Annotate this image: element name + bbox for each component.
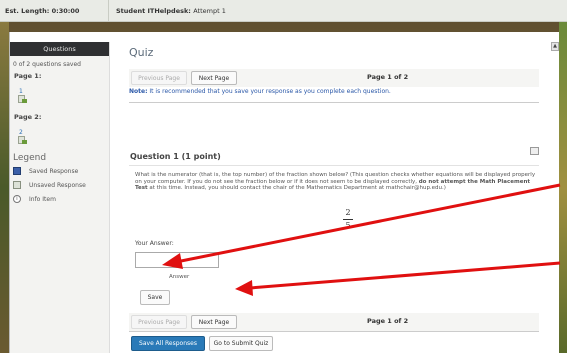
fraction-denominator: 5: [345, 221, 351, 230]
divider: [129, 331, 539, 332]
pagination-top: Previous Page Next Page Page 1 of 2: [129, 69, 539, 87]
page-indicator: Page 1 of 2: [367, 317, 409, 325]
quiz-window: Questions 0 of 2 questions saved Page 1:…: [9, 32, 559, 353]
flag-question-checkbox[interactable]: [530, 147, 539, 155]
scrollbar-up-arrow[interactable]: ▲: [551, 42, 559, 51]
legend-title: Legend: [13, 153, 47, 163]
pagination-bottom: Previous Page Next Page Page 1 of 2: [129, 313, 539, 331]
unsaved-response-icon: [13, 181, 21, 189]
question-text: What is the numerator (that is, the top …: [135, 172, 539, 192]
est-length: Est. Length: 0:30:00: [5, 7, 80, 15]
next-page-button[interactable]: Next Page: [191, 315, 237, 329]
save-button[interactable]: Save: [140, 290, 170, 305]
note-label: Note:: [129, 88, 148, 95]
legend-info-label: Info Item: [29, 195, 56, 203]
save-note: Note: It is recommended that you save yo…: [129, 88, 391, 95]
fraction-display: 2 5: [343, 208, 353, 230]
saved-response-icon: [13, 167, 21, 175]
divider: [129, 102, 539, 103]
sidebar-header: Questions: [10, 42, 109, 56]
answer-label: Your Answer:: [135, 240, 174, 247]
questions-sidebar: Questions 0 of 2 questions saved Page 1:…: [10, 42, 110, 353]
page-1-label: Page 1:: [14, 72, 42, 80]
save-all-responses-button[interactable]: Save All Responses: [131, 336, 205, 351]
page-2-label: Page 2:: [14, 113, 42, 121]
previous-page-button[interactable]: Previous Page: [131, 315, 187, 329]
question-1-link[interactable]: 1: [19, 88, 109, 95]
background-strip-right: [559, 22, 567, 353]
attempt-info: Student ITHelpdesk: Attempt 1: [116, 7, 226, 15]
saved-count: 0 of 2 questions saved: [13, 61, 81, 68]
legend-unsaved: Unsaved Response: [13, 181, 109, 189]
question-text-part-2: at this time. Instead, you should contac…: [147, 185, 446, 192]
top-info-bar: Est. Length: 0:30:00 Student ITHelpdesk:…: [0, 0, 567, 22]
answer-caption: Answer: [169, 274, 190, 280]
next-page-button[interactable]: Next Page: [191, 71, 237, 85]
legend-saved: Saved Response: [13, 167, 109, 175]
page-title: Quiz: [129, 46, 154, 59]
attempt-user: Student ITHelpdesk:: [116, 7, 191, 15]
unsaved-response-icon: [18, 136, 27, 145]
divider: [129, 165, 539, 166]
answer-input[interactable]: [135, 252, 219, 268]
fraction-numerator: 2: [345, 208, 351, 217]
quiz-main: Quiz Previous Page Next Page Page 1 of 2…: [129, 32, 549, 353]
go-to-submit-quiz-button[interactable]: Go to Submit Quiz: [209, 336, 273, 351]
question-number: Question 1: [130, 152, 179, 161]
legend-info: i Info Item: [13, 195, 109, 203]
topbar-divider: [108, 0, 109, 22]
legend-unsaved-label: Unsaved Response: [29, 181, 86, 189]
submit-bar: Save All Responses Go to Submit Quiz: [129, 334, 539, 353]
page-indicator: Page 1 of 2: [367, 73, 409, 81]
fraction-bar: [343, 219, 353, 220]
legend-saved-label: Saved Response: [29, 167, 79, 175]
question-title: Question 1 (1 point): [130, 152, 221, 161]
background-strip-left: [0, 22, 9, 353]
info-icon: i: [13, 195, 21, 203]
unsaved-response-icon: [18, 95, 27, 104]
question-2-link[interactable]: 2: [19, 129, 109, 136]
note-text: It is recommended that you save your res…: [147, 88, 391, 95]
question-points: (1 point): [181, 152, 221, 161]
attempt-number: Attempt 1: [193, 7, 226, 15]
previous-page-button[interactable]: Previous Page: [131, 71, 187, 85]
